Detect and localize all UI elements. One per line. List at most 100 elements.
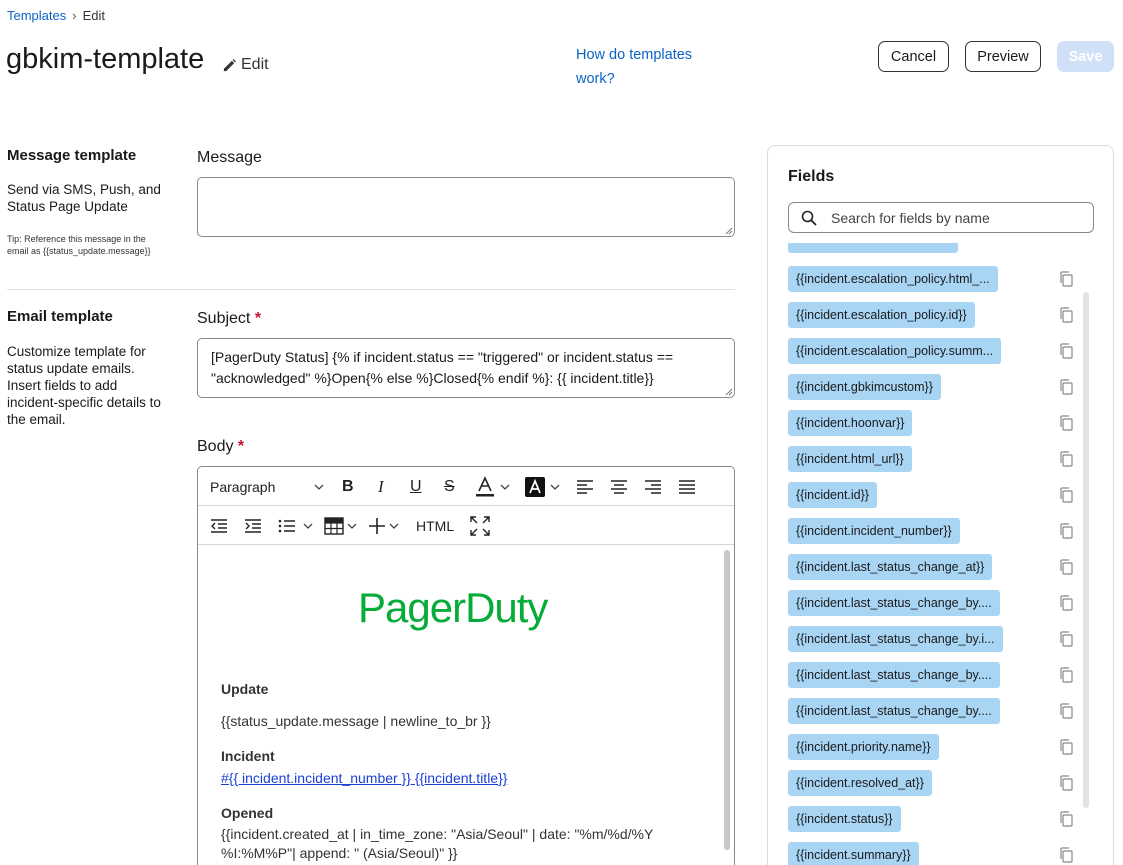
copy-icon[interactable] (1058, 703, 1074, 719)
text-color-button[interactable] (475, 467, 510, 506)
italic-button[interactable]: I (378, 467, 384, 506)
copy-icon[interactable] (1058, 523, 1074, 539)
copy-icon[interactable] (1058, 451, 1074, 467)
editor-content[interactable]: PagerDuty Update {{status_update.message… (198, 546, 734, 865)
field-chip[interactable]: {{incident.last_status_change_by.... (788, 590, 1000, 616)
editor-toolbar-row-2: HTML (198, 506, 734, 545)
copy-icon[interactable] (1058, 415, 1074, 431)
preview-button[interactable]: Preview (965, 41, 1041, 72)
edit-label: Edit (241, 56, 269, 73)
table-icon (324, 516, 344, 535)
message-template-title: Message template (7, 147, 137, 164)
copy-icon[interactable] (1058, 559, 1074, 575)
field-chip[interactable]: {{incident.last_status_change_by.i... (788, 626, 1003, 652)
insert-button[interactable] (368, 506, 399, 545)
fields-scrollbar[interactable] (1083, 292, 1089, 808)
breadcrumb-current: Edit (82, 8, 105, 23)
resize-handle-icon[interactable] (725, 388, 733, 396)
bullet-list-icon (278, 519, 295, 532)
field-search-input[interactable] (831, 209, 1071, 226)
align-right-button[interactable] (644, 467, 662, 506)
bullet-list-button[interactable] (278, 506, 313, 545)
breadcrumb-templates-link[interactable]: Templates (7, 8, 66, 23)
field-chip[interactable]: {{incident.escalation_policy.id}} (788, 302, 975, 328)
field-chip[interactable]: {{incident.resolved_at}} (788, 770, 932, 796)
field-chip[interactable]: {{incident.summary}} (788, 842, 919, 865)
bold-button[interactable]: B (342, 467, 354, 506)
field-chip[interactable]: {{incident.last_status_change_at}} (788, 554, 993, 580)
field-chip[interactable]: {{incident.gbkimcustom}} (788, 374, 941, 400)
background-color-button[interactable] (525, 467, 560, 506)
indent-icon (245, 518, 261, 533)
field-chip-partial[interactable] (788, 243, 958, 253)
underline-icon: U (410, 477, 422, 495)
copy-icon[interactable] (1058, 595, 1074, 611)
html-view-button[interactable]: HTML (416, 506, 454, 545)
resize-handle-icon[interactable] (725, 227, 733, 235)
editor-scrollbar[interactable] (724, 550, 730, 850)
text-color-icon (476, 475, 494, 496)
field-chip[interactable]: {{incident.id}} (788, 482, 877, 508)
align-center-button[interactable] (610, 467, 628, 506)
bold-icon: B (342, 477, 354, 495)
copy-icon[interactable] (1058, 343, 1074, 359)
indent-button[interactable] (244, 506, 262, 545)
opened-text: {{incident.created_at | in_time_zone: "A… (221, 826, 654, 861)
copy-icon[interactable] (1058, 847, 1074, 863)
cancel-button[interactable]: Cancel (878, 41, 949, 72)
align-right-icon (645, 479, 661, 494)
body-editor[interactable]: Paragraph B I U S HTML PagerDuty Update … (197, 466, 735, 865)
incident-heading: Incident (221, 748, 275, 764)
update-heading: Update (221, 681, 269, 697)
align-left-icon (577, 479, 593, 494)
field-chip[interactable]: {{incident.html_url}} (788, 446, 912, 472)
message-label: Message (197, 149, 262, 166)
help-templates-link[interactable]: How do templates work? (576, 43, 716, 91)
copy-icon[interactable] (1058, 667, 1074, 683)
strikethrough-button[interactable]: S (444, 467, 455, 506)
field-chip[interactable]: {{incident.priority.name}} (788, 734, 939, 760)
fullscreen-button[interactable] (470, 506, 490, 545)
subject-label: Subject * (197, 310, 261, 328)
copy-icon[interactable] (1058, 775, 1074, 791)
underline-button[interactable]: U (410, 467, 422, 506)
field-chip[interactable]: {{incident.incident_number}} (788, 518, 960, 544)
pagerduty-logo: PagerDuty (358, 584, 548, 631)
body-label: Body * (197, 438, 244, 456)
save-button[interactable]: Save (1057, 41, 1114, 72)
paragraph-format-select[interactable]: Paragraph (210, 467, 328, 506)
message-template-tip: Tip: Reference this message in the email… (7, 234, 151, 256)
subject-input[interactable]: [PagerDuty Status] {% if incident.status… (197, 338, 735, 398)
incident-link[interactable]: #{{ incident.incident_number }} {{incide… (221, 770, 507, 786)
fields-panel: Fields {{incident.escalation_policy.html… (767, 145, 1114, 865)
outdent-icon (211, 518, 227, 533)
copy-icon[interactable] (1058, 307, 1074, 323)
field-chip[interactable]: {{incident.hoonvar}} (788, 410, 913, 436)
table-button[interactable] (324, 506, 357, 545)
copy-icon[interactable] (1058, 811, 1074, 827)
field-chip[interactable]: {{incident.status}} (788, 806, 901, 832)
edit-title-button[interactable]: Edit (222, 56, 269, 74)
field-chip[interactable]: {{incident.escalation_policy.html_... (788, 266, 998, 292)
message-textarea[interactable] (197, 177, 735, 237)
copy-icon[interactable] (1058, 271, 1074, 287)
field-chip[interactable]: {{incident.escalation_policy.summ... (788, 338, 1002, 364)
align-justify-icon (679, 479, 695, 494)
breadcrumb-separator: › (72, 8, 77, 23)
field-chip[interactable]: {{incident.last_status_change_by.... (788, 662, 1000, 688)
chevron-down-icon (314, 484, 324, 490)
message-template-description: Send via SMS, Push, and Status Page Upda… (7, 182, 161, 214)
strikethrough-icon: S (444, 477, 455, 495)
outdent-button[interactable] (210, 506, 228, 545)
copy-icon[interactable] (1058, 379, 1074, 395)
align-left-button[interactable] (576, 467, 594, 506)
copy-icon[interactable] (1058, 739, 1074, 755)
field-chip[interactable]: {{incident.last_status_change_by.... (788, 698, 1000, 724)
fields-title: Fields (788, 168, 835, 185)
email-template-title: Email template (7, 308, 113, 325)
copy-icon[interactable] (1058, 487, 1074, 503)
chevron-down-icon (347, 523, 357, 529)
align-justify-button[interactable] (678, 467, 696, 506)
copy-icon[interactable] (1058, 631, 1074, 647)
field-search (788, 202, 1094, 233)
